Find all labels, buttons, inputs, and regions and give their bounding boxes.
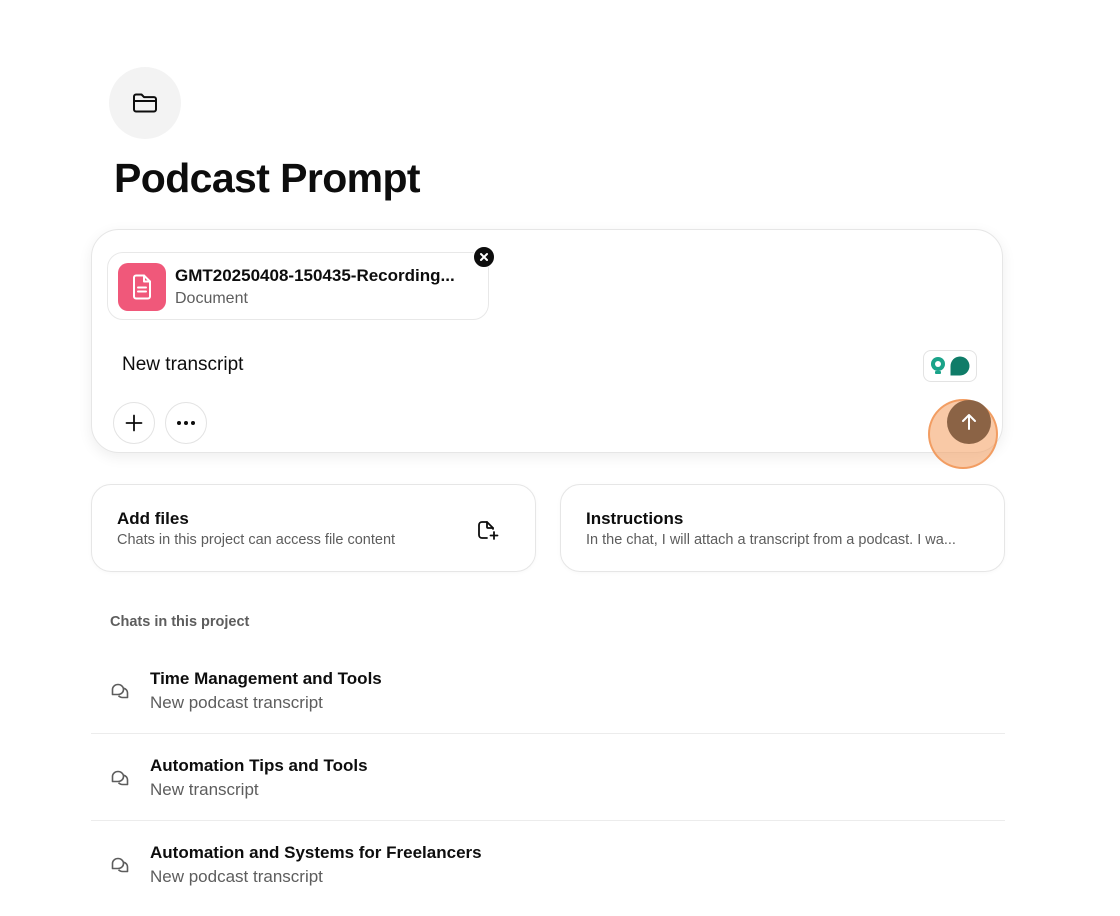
attachment-type: Document (175, 290, 248, 307)
attachment-chip[interactable]: GMT20250408-150435-Recording... Document (107, 252, 489, 320)
chat-list-item[interactable]: Automation Tips and Tools New transcript (91, 735, 1005, 821)
add-files-card[interactable]: Add files Chats in this project can acce… (91, 484, 536, 572)
more-options-button[interactable] (165, 402, 207, 444)
chat-list-item[interactable]: Time Management and Tools New podcast tr… (91, 648, 1005, 734)
plus-icon (125, 414, 143, 432)
chats-section-label: Chats in this project (110, 614, 250, 630)
chat-title: Automation Tips and Tools (150, 756, 368, 775)
add-button[interactable] (113, 402, 155, 444)
chat-subtitle: New transcript (150, 780, 259, 799)
lightbulb-icon (931, 357, 945, 374)
chat-subtitle: New podcast transcript (150, 693, 323, 712)
arrow-up-icon (962, 414, 976, 430)
document-icon (118, 263, 166, 311)
close-icon (480, 253, 488, 261)
folder-icon (133, 93, 157, 113)
message-composer: GMT20250408-150435-Recording... Document… (91, 229, 1003, 469)
prompt-input[interactable]: New transcript (122, 354, 243, 376)
add-file-icon (478, 521, 499, 540)
add-files-title: Add files (117, 509, 189, 528)
page-title: Podcast Prompt (114, 155, 421, 201)
send-button[interactable] (947, 400, 991, 444)
attachment-name: GMT20250408-150435-Recording... (175, 266, 455, 285)
chat-list-item[interactable]: Automation and Systems for Freelancers N… (91, 822, 1005, 908)
chat-bubbles-icon (111, 683, 129, 699)
chat-title: Automation and Systems for Freelancers (150, 843, 482, 862)
chat-bubbles-icon (111, 857, 129, 873)
chat-bubbles-icon (111, 770, 129, 786)
chat-bubble-icon (950, 356, 970, 376)
remove-attachment-button[interactable] (473, 246, 495, 268)
add-files-subtitle: Chats in this project can access file co… (117, 532, 396, 548)
instructions-card[interactable]: Instructions In the chat, I will attach … (560, 484, 1005, 572)
extension-badge[interactable] (923, 350, 977, 382)
ellipsis-icon (177, 421, 195, 425)
instructions-subtitle: In the chat, I will attach a transcript … (586, 532, 956, 548)
project-folder-badge (109, 67, 181, 139)
chat-title: Time Management and Tools (150, 669, 382, 688)
instructions-title: Instructions (586, 509, 684, 528)
chat-subtitle: New podcast transcript (150, 867, 323, 886)
